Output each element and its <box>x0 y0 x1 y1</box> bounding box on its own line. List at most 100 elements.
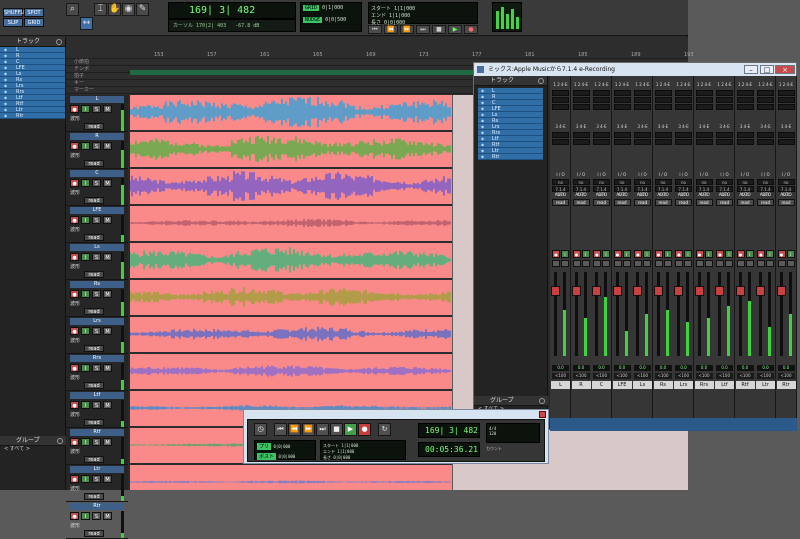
input-selector[interactable]: no input <box>757 179 774 190</box>
volume-fader-track[interactable] <box>574 272 578 356</box>
mute-button[interactable]: M <box>103 327 112 335</box>
mute-button[interactable]: M <box>103 512 112 520</box>
record-enable-button[interactable]: ● <box>70 327 79 335</box>
automation-mode-selector[interactable]: read <box>572 199 590 206</box>
volume-fader-cap[interactable] <box>592 286 601 296</box>
solo-button[interactable] <box>777 260 786 267</box>
strip-name-button[interactable]: L <box>551 381 570 389</box>
send-slot[interactable] <box>634 132 651 138</box>
close-icon[interactable]: × <box>775 65 795 74</box>
mute-button[interactable]: M <box>103 105 112 113</box>
automation-mode-selector[interactable]: read <box>84 308 104 315</box>
end-value[interactable]: 1|1|000 <box>337 449 354 454</box>
grid-mode-button[interactable]: GRID <box>24 18 44 27</box>
strip-name-button[interactable]: Ltf <box>715 381 734 389</box>
track-view-selector[interactable]: 波形 <box>70 301 100 307</box>
insert-slot[interactable] <box>613 90 631 96</box>
grabber-tool-icon[interactable]: ✋ <box>108 3 121 16</box>
pane-menu-icon[interactable] <box>539 398 545 404</box>
strip-comments[interactable] <box>570 418 592 431</box>
volume-fader-track[interactable] <box>615 272 619 356</box>
strip-name-button[interactable]: LFE <box>612 381 632 389</box>
record-enable-button[interactable]: ● <box>70 364 79 372</box>
send-slot[interactable] <box>572 132 590 138</box>
volume-fader-cap[interactable] <box>674 286 683 296</box>
track-name-button[interactable]: Ls <box>70 244 124 251</box>
stop-icon[interactable]: ■ <box>432 25 446 34</box>
send-slot[interactable] <box>613 132 631 138</box>
volume-readout[interactable]: 0.0 <box>572 365 590 371</box>
send-slot[interactable] <box>675 139 692 145</box>
strip-comments[interactable] <box>775 418 797 431</box>
volume-fader-cap[interactable] <box>612 286 622 296</box>
track-name-button[interactable]: Rtf <box>70 429 124 436</box>
mute-button[interactable] <box>704 260 713 267</box>
insert-slot[interactable] <box>552 97 569 103</box>
insert-slot[interactable] <box>736 104 754 110</box>
insert-slot[interactable] <box>716 97 733 103</box>
insert-slot[interactable] <box>593 97 610 103</box>
record-enable-button[interactable]: ● <box>70 253 79 261</box>
go-to-end-icon[interactable]: ⏭ <box>316 423 329 436</box>
strip-name-button[interactable]: C <box>592 381 611 389</box>
strip-name-button[interactable]: R <box>571 381 591 389</box>
input-monitor-button[interactable]: I <box>81 512 90 520</box>
track-name-button[interactable]: Rs <box>70 281 124 288</box>
mix-tracks-header[interactable]: トラック <box>474 76 547 86</box>
record-enable-button[interactable]: ● <box>70 475 79 483</box>
track-name-button[interactable]: Rrs <box>70 355 124 362</box>
pan-readout[interactable]: <100 <box>736 373 754 379</box>
track-view-selector[interactable]: 波形 <box>70 338 100 344</box>
input-monitor-button[interactable]: I <box>81 290 90 298</box>
strip-comments[interactable] <box>550 418 571 431</box>
send-slot[interactable] <box>654 139 672 145</box>
input-selector[interactable]: no input <box>777 179 795 190</box>
strip-comments[interactable] <box>693 418 715 431</box>
input-monitor-button[interactable]: I <box>643 250 651 258</box>
maximize-icon[interactable]: □ <box>760 65 774 74</box>
mute-button[interactable] <box>684 260 692 267</box>
group-list-header[interactable]: グループ <box>0 436 66 446</box>
send-slot[interactable] <box>695 139 713 145</box>
solo-button[interactable] <box>593 260 601 267</box>
insert-slot[interactable] <box>736 90 754 96</box>
scrubber-tool-icon[interactable]: ◉ <box>122 3 135 16</box>
solo-button[interactable] <box>736 260 745 267</box>
send-slot[interactable] <box>593 132 610 138</box>
mute-button[interactable] <box>786 260 795 267</box>
send-slot[interactable] <box>695 132 713 138</box>
pane-menu-icon[interactable] <box>57 438 63 444</box>
send-slot[interactable] <box>716 132 733 138</box>
input-selector[interactable]: no input <box>654 179 672 190</box>
input-monitor-button[interactable]: I <box>725 250 733 258</box>
strip-comments[interactable] <box>734 418 756 431</box>
main-counter[interactable]: 169| 3| 482 <box>168 2 296 19</box>
input-monitor-button[interactable]: I <box>745 250 754 258</box>
pencil-tool-icon[interactable]: ✎ <box>136 3 149 16</box>
insert-slot[interactable] <box>613 104 631 110</box>
slip-mode-button[interactable]: SLIP <box>3 18 23 27</box>
pan-readout[interactable]: <100 <box>757 373 774 379</box>
volume-fader-track[interactable] <box>697 272 701 356</box>
track-name-button[interactable]: LFE <box>70 207 124 214</box>
record-enable-button[interactable]: ● <box>572 250 581 258</box>
mute-button[interactable] <box>663 260 672 267</box>
send-slot[interactable] <box>757 139 774 145</box>
automation-mode-selector[interactable]: read <box>613 199 631 206</box>
solo-button[interactable]: S <box>92 253 101 261</box>
send-slot[interactable] <box>736 139 754 145</box>
volume-readout[interactable]: 0.0 <box>757 365 774 371</box>
strip-comments[interactable] <box>755 418 776 431</box>
post-roll-value[interactable]: 0|0|000 <box>278 454 295 459</box>
mute-button[interactable]: M <box>103 179 112 187</box>
solo-button[interactable] <box>675 260 683 267</box>
solo-button[interactable] <box>634 260 642 267</box>
pan-readout[interactable]: <100 <box>634 373 651 379</box>
record-enable-button[interactable]: ● <box>654 250 663 258</box>
record-enable-button[interactable]: ● <box>70 179 79 187</box>
mute-button[interactable] <box>581 260 590 267</box>
automation-mode-selector[interactable]: read <box>84 197 104 204</box>
insert-slot[interactable] <box>593 104 610 110</box>
insert-slot[interactable] <box>757 97 774 103</box>
automation-mode-selector[interactable]: read <box>757 199 774 206</box>
